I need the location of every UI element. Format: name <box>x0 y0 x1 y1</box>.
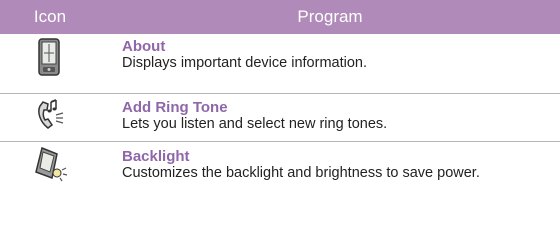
table-row-add-ring-tone: Add Ring Tone Lets you listen and select… <box>0 94 560 142</box>
backlight-device-icon <box>0 142 100 240</box>
program-title: Add Ring Tone <box>122 99 228 116</box>
program-title: Backlight <box>122 148 190 165</box>
table-header: Icon Program <box>0 0 560 34</box>
program-description: Customizes the backlight and brightness … <box>122 165 480 181</box>
pda-device-icon <box>0 34 100 93</box>
icon-column-header: Icon <box>33 7 67 26</box>
program-table: Icon Program About Displays important de… <box>0 0 560 240</box>
table-row-about: About Displays important device informat… <box>0 34 560 94</box>
table-row-backlight: Backlight Customizes the backlight and b… <box>0 142 560 240</box>
ring-tone-phone-icon <box>0 94 100 141</box>
program-column-header: Program <box>297 7 363 26</box>
program-description: Displays important device information. <box>122 55 367 71</box>
program-title: About <box>122 38 166 55</box>
program-description: Lets you listen and select new ring tone… <box>122 116 388 132</box>
